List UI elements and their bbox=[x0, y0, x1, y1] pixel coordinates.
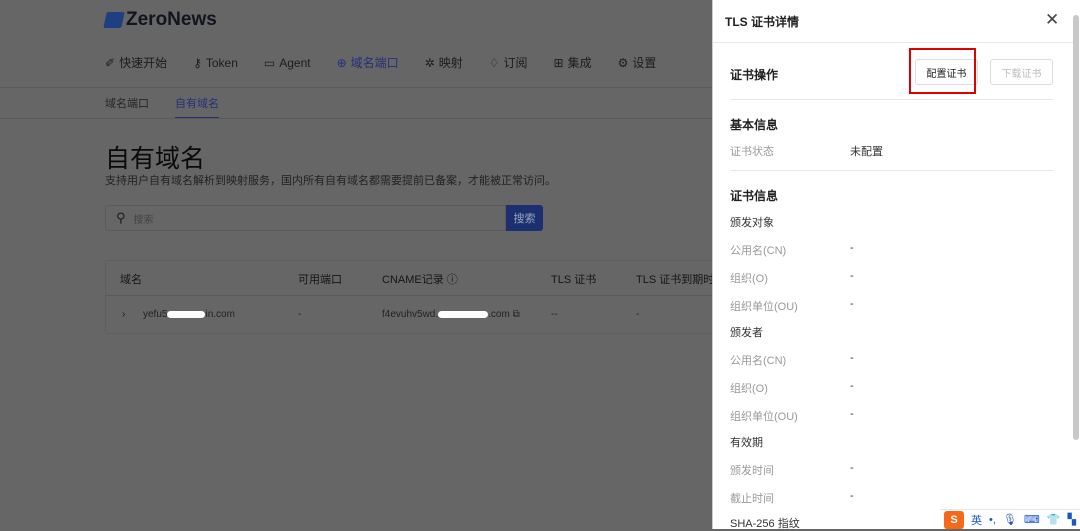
drawer-title: TLS 证书详情 bbox=[725, 15, 799, 29]
page-subtitle: 支持用户自有域名解析到映射服务，国内所有自有域名都需要提前已备案，才能被正常访问… bbox=[105, 175, 556, 187]
nav-label: Token bbox=[205, 55, 238, 70]
nav-item-2[interactable]: ▭ Agent bbox=[264, 54, 311, 71]
nav-label: 设置 bbox=[632, 56, 657, 70]
search-icon: ⚲ bbox=[116, 210, 126, 225]
issued-label: 颁发时间 bbox=[730, 465, 774, 477]
row-tls: -- bbox=[551, 309, 558, 320]
subject-heading: 颁发对象 bbox=[730, 217, 774, 229]
nav-label: 集成 bbox=[567, 56, 592, 70]
globe-icon: ⊕ bbox=[336, 55, 347, 70]
page-title: 自有域名 bbox=[105, 145, 206, 173]
issuer-cn-value: - bbox=[850, 352, 854, 364]
nav-item-0[interactable]: ✐ 快速开始 bbox=[105, 54, 167, 71]
logo-mark-icon bbox=[103, 12, 125, 28]
download-cert-button[interactable]: 下载证书 bbox=[990, 59, 1053, 85]
ime-toolbar[interactable]: S 英 •, 🎙 ⌨ 👕 ▚ bbox=[940, 509, 1080, 529]
mic-icon[interactable]: 🎙 bbox=[1003, 513, 1017, 526]
nav-label: 域名端口 bbox=[350, 56, 399, 70]
expand-row-icon[interactable]: › bbox=[122, 309, 125, 320]
issued-value: - bbox=[850, 462, 854, 474]
skin-icon[interactable]: 👕 bbox=[1047, 513, 1061, 526]
row-cname: f4evuhv5wd. .com ⧉ bbox=[382, 309, 520, 320]
zeronews-logo[interactable]: ZeroNews bbox=[103, 9, 217, 31]
subtab-own-domain[interactable]: 自有域名 bbox=[175, 95, 219, 119]
gear-icon: ⚙ bbox=[617, 55, 629, 70]
search-placeholder: 搜索 bbox=[133, 214, 154, 226]
sub-nav: 域名端口 自有域名 bbox=[105, 95, 219, 119]
subject-ou-value: - bbox=[850, 298, 854, 310]
diamond-icon: ♢ bbox=[488, 55, 500, 70]
logo-text: ZeroNews bbox=[126, 9, 217, 30]
nav-label: 订阅 bbox=[503, 56, 528, 70]
nav-label: Agent bbox=[279, 55, 311, 70]
copy-icon[interactable]: ⧉ bbox=[513, 309, 520, 320]
scrollbar[interactable] bbox=[1073, 15, 1079, 440]
row-port: - bbox=[298, 309, 302, 320]
issuer-o-label: 组织(O) bbox=[730, 383, 768, 395]
issuer-o-value: - bbox=[850, 380, 854, 392]
nav-label: 快速开始 bbox=[119, 56, 168, 70]
nav-item-7[interactable]: ⚙ 设置 bbox=[618, 54, 657, 71]
nav-item-3[interactable]: ⊕ 域名端口 bbox=[337, 54, 399, 71]
status-label: 证书状态 bbox=[730, 146, 774, 158]
sogou-logo-icon: S bbox=[944, 510, 964, 529]
subject-cn-label: 公用名(CN) bbox=[730, 245, 787, 257]
rocket-icon: ✐ bbox=[105, 55, 116, 70]
col-tls: TLS 证书 bbox=[551, 274, 597, 286]
punctuation-icon[interactable]: •, bbox=[989, 514, 996, 526]
nav-item-5[interactable]: ♢ 订阅 bbox=[489, 54, 528, 71]
cert-info-heading: 证书信息 bbox=[730, 189, 779, 203]
ops-heading: 证书操作 bbox=[730, 68, 779, 82]
keyboard-icon[interactable]: ⌨ bbox=[1024, 513, 1040, 526]
apps-icon[interactable]: ▚ bbox=[1067, 513, 1075, 526]
status-value: 未配置 bbox=[850, 146, 883, 158]
subtab-domain-port[interactable]: 域名端口 bbox=[105, 95, 149, 119]
nav-item-6[interactable]: ⊞ 集成 bbox=[554, 54, 592, 71]
ime-lang[interactable]: 英 bbox=[971, 512, 982, 528]
subject-o-label: 组织(O) bbox=[730, 273, 768, 285]
nav-item-4[interactable]: ✲ 映射 bbox=[425, 54, 463, 71]
col-domain: 域名 bbox=[120, 274, 142, 286]
issuer-ou-value: - bbox=[850, 408, 854, 420]
issuer-ou-label: 组织单位(OU) bbox=[730, 411, 798, 423]
issuer-cn-label: 公用名(CN) bbox=[730, 355, 787, 367]
nav-label: 映射 bbox=[438, 56, 463, 70]
laptop-icon: ▭ bbox=[263, 55, 276, 70]
basic-heading: 基本信息 bbox=[730, 118, 779, 132]
validity-heading: 有效期 bbox=[730, 437, 763, 449]
expires-value: - bbox=[850, 490, 854, 502]
search-button[interactable]: 搜索 bbox=[506, 205, 543, 231]
subject-ou-label: 组织单位(OU) bbox=[730, 301, 798, 313]
issuer-heading: 颁发者 bbox=[730, 327, 763, 339]
tls-detail-drawer: TLS 证书详情 ✕ 证书操作 配置证书 下载证书 基本信息 证书状态 未配置 … bbox=[712, 0, 1080, 530]
main-nav: ✐ 快速开始 ⚷ Token ▭ Agent ⊕ 域名端口 ✲ 映射 ♢ 订阅 ⊞ 集成 ⚙ 设置 bbox=[105, 54, 682, 71]
subject-o-value: - bbox=[850, 270, 854, 282]
grid-icon: ⊞ bbox=[553, 55, 564, 70]
mapping-icon: ✲ bbox=[424, 55, 435, 70]
info-icon[interactable]: ⓘ bbox=[447, 274, 458, 286]
col-cname: CNAME记录 ⓘ bbox=[382, 274, 458, 286]
nav-item-1[interactable]: ⚷ Token bbox=[193, 54, 238, 71]
row-domain: yefu5 in.com bbox=[143, 309, 235, 320]
close-icon[interactable]: ✕ bbox=[1045, 10, 1059, 30]
key-icon: ⚷ bbox=[193, 55, 202, 70]
expires-label: 截止时间 bbox=[730, 493, 774, 505]
subject-cn-value: - bbox=[850, 242, 854, 254]
row-expiry: - bbox=[636, 309, 640, 320]
col-port: 可用端口 bbox=[298, 274, 342, 286]
search-input[interactable]: ⚲ 搜索 bbox=[105, 205, 506, 231]
highlight-box bbox=[909, 48, 976, 94]
dimmed-domain-page[interactable]: ZeroNews ✐ 快速开始 ⚷ Token ▭ Agent ⊕ 域名端口 ✲ 映射 ♢ 订阅 ⊞ 集成… bbox=[0, 0, 745, 529]
